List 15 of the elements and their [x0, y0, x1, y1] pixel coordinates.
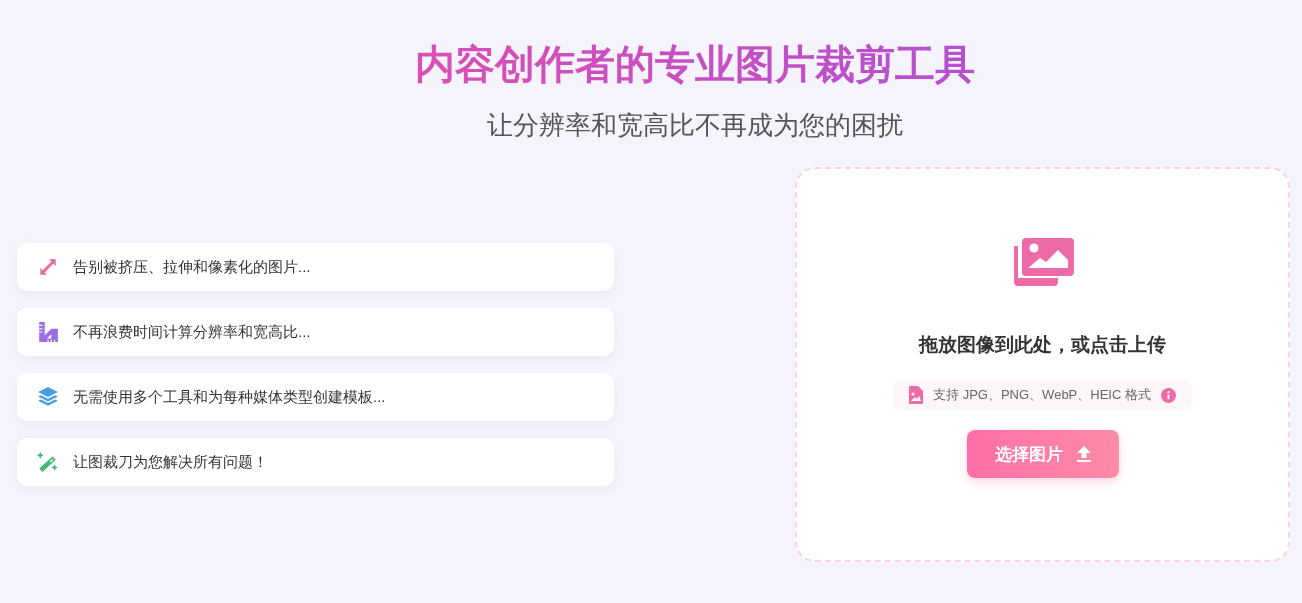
diagonal-arrows-icon — [37, 256, 59, 278]
magic-wand-icon — [37, 451, 59, 473]
subtitle: 让分辨率和宽高比不再成为您的困扰 — [487, 109, 903, 142]
feature-text: 让图裁刀为您解决所有问题！ — [73, 452, 268, 472]
formats-text: 支持 JPG、PNG、WebP、HEIC 格式 — [933, 386, 1151, 404]
feature-text: 告别被挤压、拉伸和像素化的图片... — [73, 257, 311, 277]
upload-dropzone[interactable]: 拖放图像到此处，或点击上传 支持 JPG、PNG、WebP、HEIC 格式 选择图片 — [795, 167, 1290, 562]
upload-icon — [1076, 446, 1091, 462]
ruler-icon — [37, 321, 59, 343]
upload-prompt: 拖放图像到此处，或点击上传 — [919, 333, 1166, 357]
feature-text: 无需使用多个工具和为每种媒体类型创建模板... — [73, 387, 386, 407]
feature-text: 不再浪费时间计算分辨率和宽高比... — [73, 322, 311, 342]
layers-icon — [37, 386, 59, 408]
image-file-icon — [909, 386, 924, 404]
info-icon[interactable] — [1160, 387, 1176, 403]
